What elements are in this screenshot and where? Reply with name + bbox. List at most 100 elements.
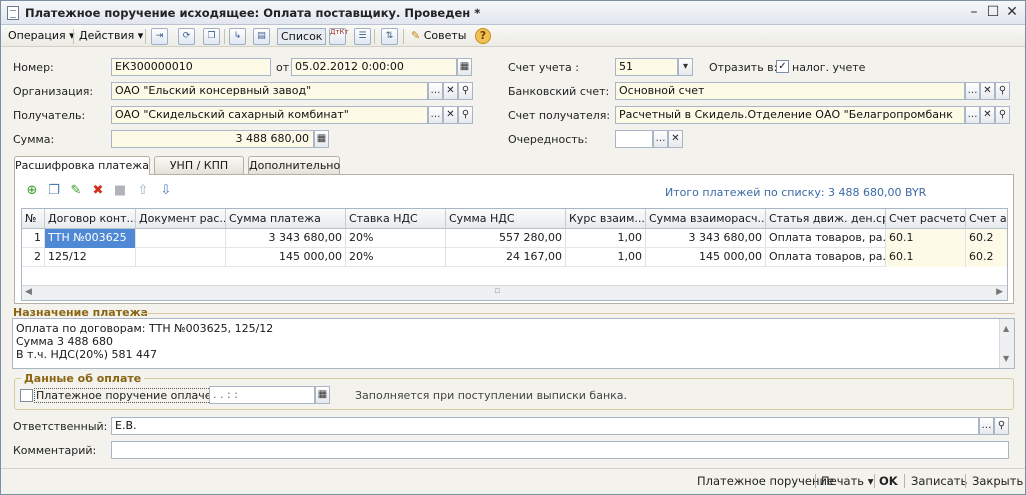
table-row[interactable]: 1 ТТН №003625 3 343 680,00 20% 557 280,0… bbox=[22, 229, 1007, 248]
col-settlement-doc[interactable]: Документ рас... bbox=[136, 209, 226, 229]
col-settlement-sum[interactable]: Сумма взаиморасч... bbox=[646, 209, 766, 229]
col-vat-rate[interactable]: Ставка НДС bbox=[346, 209, 446, 229]
print-menu-button[interactable]: Печать ▾ bbox=[821, 474, 873, 488]
comment-field[interactable] bbox=[111, 441, 1009, 459]
bank-select-button[interactable]: … bbox=[965, 82, 980, 100]
paid-checkbox-label[interactable]: Платежное поручение оплачено bbox=[34, 388, 228, 403]
bank-clear-icon[interactable]: ✕ bbox=[980, 82, 995, 100]
list-button[interactable]: Список bbox=[277, 28, 327, 45]
col-advance-account[interactable]: Счет ав bbox=[966, 209, 1007, 229]
cell-cashflow-item[interactable]: Оплата товаров, ра... bbox=[766, 229, 886, 248]
cell-rate[interactable]: 1,00 bbox=[566, 248, 646, 267]
cell-vat-sum[interactable]: 24 167,00 bbox=[446, 248, 566, 267]
tab-unp-kpp[interactable]: УНП / КПП bbox=[154, 156, 244, 174]
help-icon[interactable]: ? bbox=[475, 28, 491, 44]
paid-date-calendar-icon[interactable]: ▦ bbox=[315, 386, 330, 404]
add-row-icon[interactable]: ⊕ bbox=[24, 183, 40, 199]
tab-additional[interactable]: Дополнительно bbox=[248, 156, 340, 174]
paid-checkbox[interactable] bbox=[20, 389, 33, 402]
cell-payment-sum[interactable]: 145 000,00 bbox=[226, 248, 346, 267]
cell-vat-sum[interactable]: 557 280,00 bbox=[446, 229, 566, 248]
delete-row-icon[interactable]: ✖ bbox=[90, 183, 106, 199]
recipient-account-field[interactable]: Расчетный в Скидель.Отделение ОАО "Белаг… bbox=[615, 106, 965, 124]
dt-kt-icon[interactable]: ДтКт bbox=[329, 28, 349, 45]
vertical-scrollbar[interactable]: ▲ ▼ bbox=[999, 319, 1014, 368]
move-up-icon[interactable]: ⇧ bbox=[135, 183, 151, 199]
scroll-left-icon[interactable]: ◀ bbox=[25, 287, 32, 297]
recipient-account-clear-icon[interactable]: ✕ bbox=[980, 106, 995, 124]
close-button[interactable]: Закрыть bbox=[972, 474, 1023, 488]
recipient-search-icon[interactable]: ⚲ bbox=[458, 106, 473, 124]
payment-order-button[interactable]: Платежное поручение bbox=[697, 474, 834, 488]
tips-button[interactable]: ✎ Советы bbox=[411, 28, 466, 45]
tax-accounting-checkbox[interactable]: ✓ bbox=[776, 60, 789, 73]
edit-row-icon[interactable]: ✎ bbox=[68, 183, 84, 199]
bank-account-field[interactable]: Основной счет bbox=[615, 82, 965, 100]
tab-payment-breakdown[interactable]: Расшифровка платежа bbox=[14, 156, 150, 175]
recipient-clear-icon[interactable]: ✕ bbox=[443, 106, 458, 124]
responsible-select-button[interactable]: … bbox=[979, 417, 994, 435]
cell-cashflow-item[interactable]: Оплата товаров, ра... bbox=[766, 248, 886, 267]
col-rate[interactable]: Курс взаим... bbox=[566, 209, 646, 229]
cell-settlement-doc[interactable] bbox=[136, 248, 226, 267]
minimize-button[interactable]: – bbox=[965, 4, 983, 21]
scroll-up-icon[interactable]: ▲ bbox=[1003, 322, 1009, 335]
cell-rate[interactable]: 1,00 bbox=[566, 229, 646, 248]
table-row[interactable]: 2 125/12 145 000,00 20% 24 167,00 1,00 1… bbox=[22, 248, 1007, 267]
calendar-icon[interactable]: ▦ bbox=[457, 58, 472, 76]
movements-icon[interactable]: ⇅ bbox=[381, 28, 398, 45]
col-settlement-account[interactable]: Счет расчетов bbox=[886, 209, 966, 229]
purpose-textarea[interactable]: Оплата по договорам: ТТН №003625, 125/12… bbox=[12, 318, 1015, 369]
create-based-icon[interactable]: ↳ bbox=[229, 28, 246, 45]
document-structure-icon[interactable]: ☰ bbox=[354, 28, 371, 45]
org-clear-icon[interactable]: ✕ bbox=[443, 82, 458, 100]
number-field[interactable]: ЕК300000010 bbox=[111, 58, 271, 76]
col-number[interactable]: № bbox=[22, 209, 45, 229]
date-field[interactable]: 05.02.2012 0:00:00 bbox=[291, 58, 457, 76]
org-field[interactable]: ОАО "Ельский консервный завод" bbox=[111, 82, 428, 100]
cell-vat-rate[interactable]: 20% bbox=[346, 248, 446, 267]
end-edit-icon[interactable]: ■ bbox=[112, 183, 128, 199]
cell-settlement-sum[interactable]: 145 000,00 bbox=[646, 248, 766, 267]
refresh-icon[interactable]: ⟳ bbox=[178, 28, 195, 45]
recipient-field[interactable]: ОАО "Скидельский сахарный комбинат" bbox=[111, 106, 428, 124]
calculator-icon[interactable]: ▦ bbox=[314, 130, 329, 148]
cell-vat-rate[interactable]: 20% bbox=[346, 229, 446, 248]
recipient-account-select-button[interactable]: … bbox=[965, 106, 980, 124]
col-vat-sum[interactable]: Сумма НДС bbox=[446, 209, 566, 229]
priority-select-button[interactable]: … bbox=[653, 130, 668, 148]
print-doc-icon[interactable]: ▤ bbox=[253, 28, 270, 45]
col-payment-sum[interactable]: Сумма платежа bbox=[226, 209, 346, 229]
account-field[interactable]: 51 bbox=[615, 58, 678, 76]
close-window-button[interactable]: ✕ bbox=[1003, 4, 1021, 21]
copy-row-icon[interactable]: ❐ bbox=[46, 183, 62, 199]
recipient-account-search-icon[interactable]: ⚲ bbox=[995, 106, 1010, 124]
cell-settlement-account[interactable]: 60.1 bbox=[886, 229, 966, 248]
cell-settlement-doc[interactable] bbox=[136, 229, 226, 248]
maximize-button[interactable]: ☐ bbox=[984, 4, 1002, 21]
cell-contract[interactable]: ТТН №003625 bbox=[45, 229, 136, 248]
ok-button[interactable]: OK bbox=[879, 474, 898, 488]
paid-date-field[interactable]: . . : : bbox=[209, 386, 315, 404]
cell-advance-account[interactable]: 60.2 bbox=[966, 248, 1007, 267]
org-select-button[interactable]: … bbox=[428, 82, 443, 100]
account-dropdown-icon[interactable]: ▾ bbox=[678, 58, 693, 76]
cell-settlement-sum[interactable]: 3 343 680,00 bbox=[646, 229, 766, 248]
bank-search-icon[interactable]: ⚲ bbox=[995, 82, 1010, 100]
move-down-icon[interactable]: ⇩ bbox=[158, 183, 174, 199]
actions-menu[interactable]: Действия ▾ bbox=[79, 28, 143, 45]
priority-field[interactable] bbox=[615, 130, 653, 148]
post-icon[interactable]: ⇥ bbox=[151, 28, 168, 45]
org-search-icon[interactable]: ⚲ bbox=[458, 82, 473, 100]
scroll-right-icon[interactable]: ▶ bbox=[996, 287, 1003, 297]
copy-icon[interactable]: ❐ bbox=[203, 28, 220, 45]
sum-field[interactable]: 3 488 680,00 bbox=[111, 130, 314, 148]
col-contract[interactable]: Договор конт... bbox=[45, 209, 136, 229]
cell-payment-sum[interactable]: 3 343 680,00 bbox=[226, 229, 346, 248]
horizontal-scrollbar[interactable]: ◀ ▫ ▶ bbox=[22, 285, 1007, 300]
responsible-field[interactable]: Е.В. bbox=[111, 417, 979, 435]
priority-clear-icon[interactable]: ✕ bbox=[668, 130, 683, 148]
operation-menu[interactable]: Операция ▾ bbox=[8, 28, 75, 45]
scroll-thumb-icon[interactable]: ▫ bbox=[494, 286, 500, 296]
cell-settlement-account[interactable]: 60.1 bbox=[886, 248, 966, 267]
